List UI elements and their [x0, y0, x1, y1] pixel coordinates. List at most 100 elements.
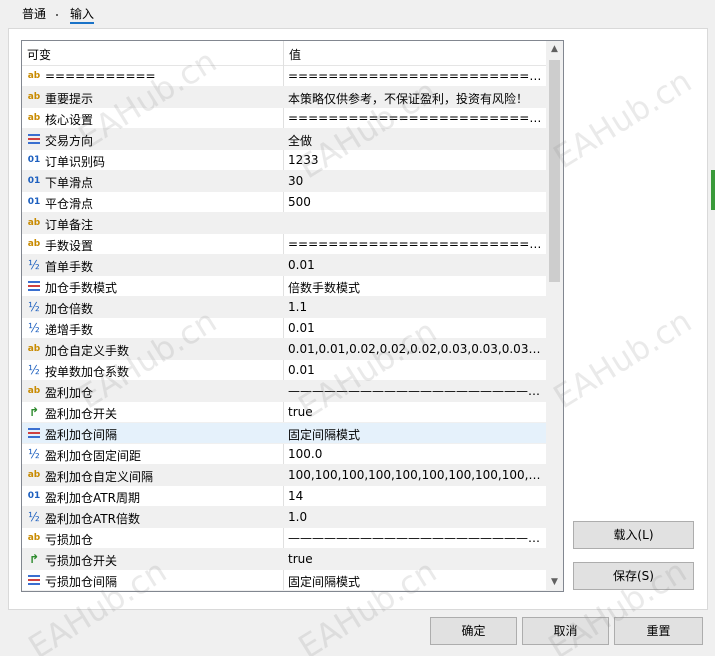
table-row[interactable]: 盈利加仓间隔 固定间隔模式: [22, 423, 546, 444]
row-value[interactable]: 100.0: [288, 447, 542, 461]
enum-type-icon: [26, 426, 42, 440]
double-type-icon: ½: [28, 321, 40, 335]
table-row[interactable]: ab 核心设置 ==================================…: [22, 108, 546, 129]
window-edge-accent: [711, 170, 715, 210]
table-row[interactable]: 交易方向 全做: [22, 129, 546, 150]
table-row[interactable]: ab======================================…: [22, 66, 546, 87]
double-type-icon: ½: [28, 363, 40, 377]
table-row[interactable]: ab 盈利加仓自定义间隔 100,100,100,100,100,100,100,1…: [22, 465, 546, 486]
scroll-up-icon[interactable]: ▲: [546, 41, 563, 58]
row-value[interactable]: 1.0: [288, 510, 542, 524]
ok-button[interactable]: 确定: [430, 617, 517, 645]
double-type-icon: ½: [28, 258, 40, 272]
tab-general[interactable]: 普通: [22, 6, 46, 24]
row-value[interactable]: 固定间隔模式: [288, 573, 542, 590]
row-value[interactable]: ————————————————————————————————: [288, 384, 542, 398]
string-type-icon: ab: [27, 533, 41, 543]
row-value[interactable]: ————————————————————————————————: [288, 531, 542, 545]
bool-type-icon: ↱: [28, 552, 40, 566]
cancel-button[interactable]: 取消: [522, 617, 609, 645]
table-row[interactable]: 亏损加仓间隔 固定间隔模式: [22, 570, 546, 591]
table-row[interactable]: 加仓手数模式 倍数手数模式: [22, 276, 546, 297]
row-name: 亏损加仓开关: [45, 554, 118, 568]
row-value[interactable]: ========================================…: [288, 69, 542, 83]
enum-type-icon: [26, 132, 42, 146]
integer-type-icon: 01: [27, 155, 41, 165]
tab-inputs[interactable]: 输入: [70, 6, 95, 24]
tab-bar: 普通 输入: [0, 0, 715, 30]
table-row[interactable]: ½ 首单手数 0.01: [22, 255, 546, 276]
integer-type-icon: 01: [27, 491, 41, 501]
row-value[interactable]: 倍数手数模式: [288, 279, 542, 296]
row-value[interactable]: 0.01: [288, 258, 542, 272]
row-value[interactable]: 30: [288, 174, 542, 188]
row-name: 盈利加仓开关: [45, 407, 118, 421]
row-value[interactable]: 100,100,100,100,100,100,100,100,100,100,…: [288, 468, 542, 482]
row-value[interactable]: true: [288, 405, 542, 419]
save-button[interactable]: 保存(S): [573, 562, 694, 590]
row-name: 加仓手数模式: [45, 281, 118, 295]
enum-type-icon: [26, 573, 42, 587]
column-header-value[interactable]: 值: [289, 46, 301, 63]
row-name: 盈利加仓: [45, 386, 94, 400]
row-value[interactable]: 全做: [288, 132, 542, 149]
row-value[interactable]: 0.01,0.01,0.02,0.02,0.02,0.03,0.03,0.03,…: [288, 342, 542, 356]
scroll-down-icon[interactable]: ▼: [546, 574, 563, 591]
string-type-icon: ab: [27, 218, 41, 228]
row-value[interactable]: 0.01: [288, 321, 542, 335]
row-name: 亏损加仓: [45, 533, 94, 547]
table-row[interactable]: ab 重要提示 本策略仅供参考，不保证盈利，投资有风险！: [22, 87, 546, 108]
row-name: 平仓滑点: [45, 197, 94, 211]
row-name: ===========: [45, 69, 156, 83]
load-button[interactable]: 载入(L): [573, 521, 694, 549]
row-name: 盈利加仓固定间距: [45, 449, 142, 463]
reset-button[interactable]: 重置: [614, 617, 703, 645]
table-row[interactable]: ½ 递增手数 0.01: [22, 318, 546, 339]
string-type-icon: ab: [27, 386, 41, 396]
row-value[interactable]: true: [288, 552, 542, 566]
table-row[interactable]: ½ 按单数加仓系数 0.01: [22, 360, 546, 381]
row-name: 下单滑点: [45, 176, 94, 190]
string-type-icon: ab: [27, 344, 41, 354]
row-name: 订单备注: [45, 218, 94, 232]
bool-type-icon: ↱: [28, 405, 40, 419]
row-value[interactable]: 固定间隔模式: [288, 426, 542, 443]
row-value[interactable]: 14: [288, 489, 542, 503]
table-row[interactable]: 01 订单识别码 1233: [22, 150, 546, 171]
row-name: 核心设置: [45, 113, 94, 127]
row-value[interactable]: ========================================…: [288, 111, 542, 125]
string-type-icon: ab: [27, 92, 41, 102]
row-value[interactable]: ========================================…: [288, 237, 542, 251]
vertical-scrollbar[interactable]: ▲ ▼: [546, 41, 563, 591]
table-row[interactable]: ↱ 盈利加仓开关 true: [22, 402, 546, 423]
double-type-icon: ½: [28, 447, 40, 461]
table-row[interactable]: ↱ 亏损加仓开关 true: [22, 549, 546, 570]
table-row[interactable]: ab 加仓自定义手数 0.01,0.01,0.02,0.02,0.02,0.03,0…: [22, 339, 546, 360]
table-row[interactable]: ab 订单备注: [22, 213, 546, 234]
table-row[interactable]: ab 盈利加仓 ————————————————————————————————: [22, 381, 546, 402]
string-type-icon: ab: [27, 239, 41, 249]
row-value[interactable]: 0.01: [288, 363, 542, 377]
row-name: 盈利加仓间隔: [45, 428, 118, 442]
scroll-thumb[interactable]: [549, 60, 560, 282]
row-value[interactable]: 1.1: [288, 300, 542, 314]
table-row[interactable]: ½ 盈利加仓ATR倍数 1.0: [22, 507, 546, 528]
table-row[interactable]: ½ 加仓倍数 1.1: [22, 297, 546, 318]
table-row[interactable]: 01 下单滑点 30: [22, 171, 546, 192]
table-row[interactable]: 01 平仓滑点 500: [22, 192, 546, 213]
table-row[interactable]: ab 亏损加仓 ————————————————————————————————: [22, 528, 546, 549]
integer-type-icon: 01: [27, 197, 41, 207]
string-type-icon: ab: [27, 470, 41, 480]
enum-type-icon: [26, 279, 42, 293]
row-value[interactable]: 1233: [288, 153, 542, 167]
row-value[interactable]: 本策略仅供参考，不保证盈利，投资有风险！: [288, 90, 542, 107]
table-row[interactable]: ½ 盈利加仓固定间距 100.0: [22, 444, 546, 465]
tab-separator: [56, 14, 58, 16]
row-value[interactable]: 500: [288, 195, 542, 209]
row-name: 按单数加仓系数: [45, 365, 130, 379]
row-name: 重要提示: [45, 92, 94, 106]
table-row[interactable]: 01 盈利加仓ATR周期 14: [22, 486, 546, 507]
row-name: 交易方向: [45, 134, 94, 148]
column-header-variable[interactable]: 可变: [27, 46, 51, 63]
table-row[interactable]: ab 手数设置 ==================================…: [22, 234, 546, 255]
